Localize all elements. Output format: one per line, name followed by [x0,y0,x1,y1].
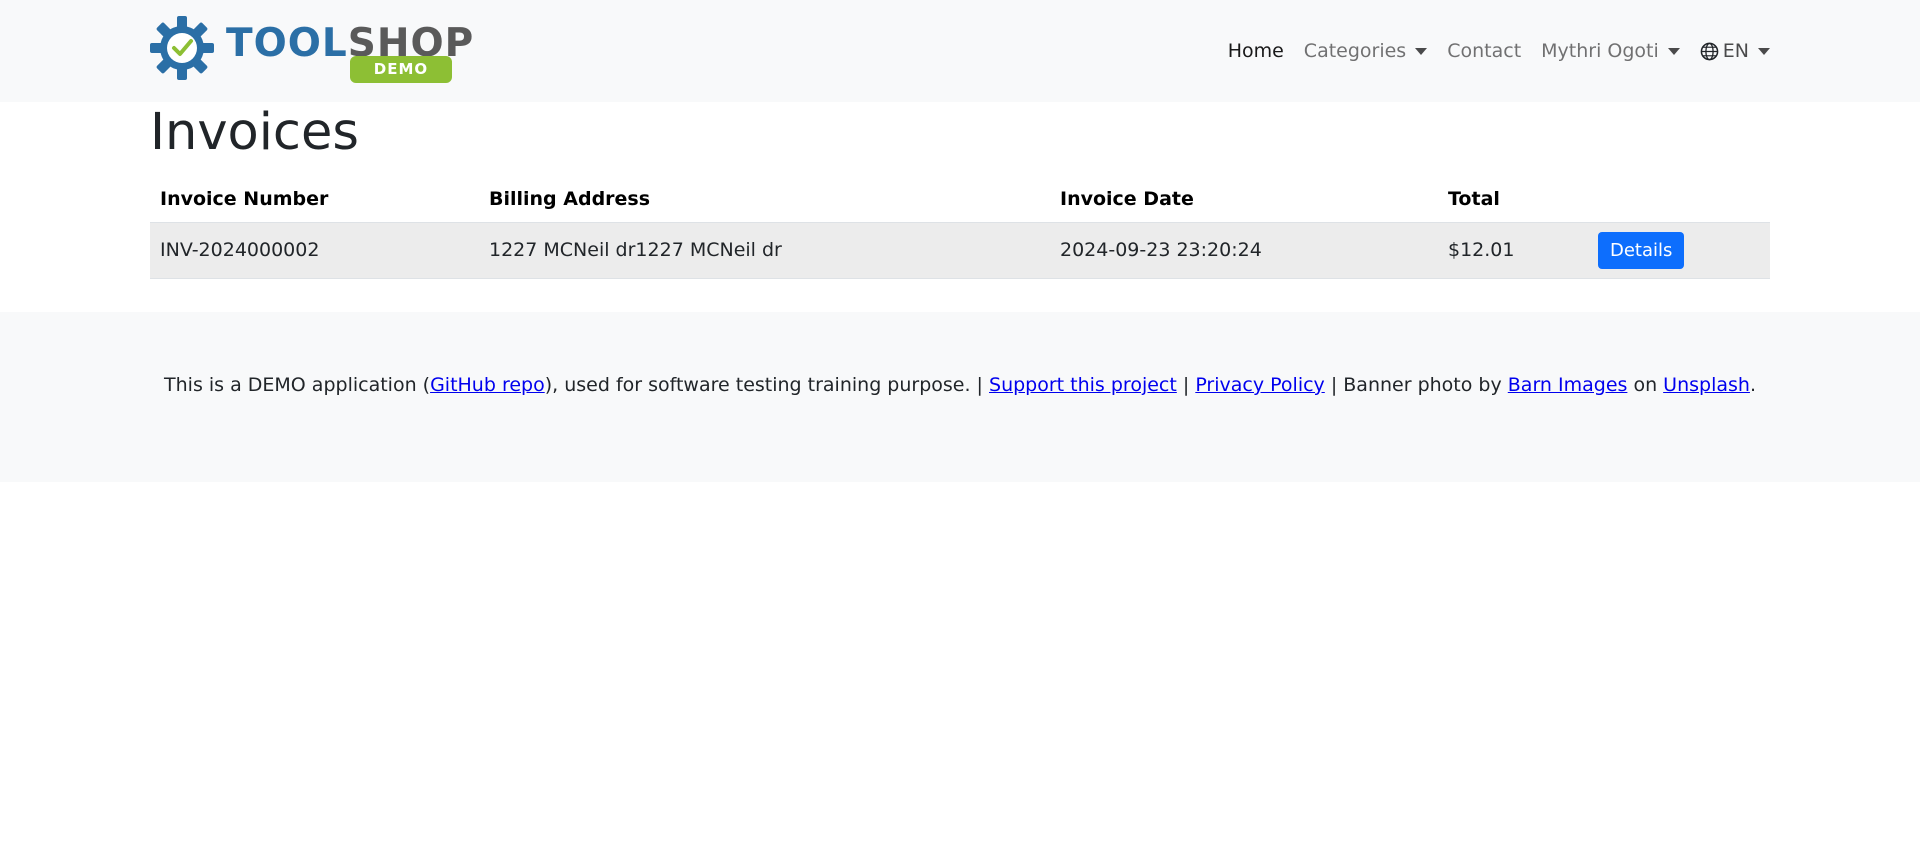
header-billing-address: Billing Address [479,176,1050,223]
cell-billing-address: 1227 MCNeil dr1227 MCNeil dr [479,222,1050,279]
details-button[interactable]: Details [1598,231,1685,269]
footer-text-2: ), used for software testing training pu… [544,374,990,396]
cell-invoice-date: 2024-09-23 23:20:24 [1050,222,1438,279]
gear-check-icon [150,16,214,80]
toolshop-logo[interactable]: TOOLSHOP DEMO [150,16,473,86]
footer-text-1: This is a DEMO application ( [164,374,431,396]
footer-text-3: | [1176,374,1196,396]
cell-total: $12.01 [1438,222,1588,279]
navbar: TOOLSHOP DEMO Home Categories Contact My… [0,0,1920,102]
globe-icon [1700,42,1719,60]
footer-text-6: . [1749,374,1756,396]
header-invoice-date: Invoice Date [1050,176,1438,223]
main-nav: Home Categories Contact Mythri Ogoti EN [1218,36,1770,66]
footer: This is a DEMO application (GitHub repo)… [0,312,1920,482]
caret-down-icon [1758,47,1770,55]
unsplash-link[interactable]: Unsplash [1663,374,1750,396]
nav-contact[interactable]: Contact [1437,40,1531,62]
footer-text-4: | Banner photo by [1324,374,1508,396]
footer-text-5: on [1627,374,1664,396]
page-title: Invoices [150,103,359,162]
header-total: Total [1438,176,1588,223]
barn-images-link[interactable]: Barn Images [1508,374,1628,396]
footer-text: This is a DEMO application (GitHub repo)… [0,374,1920,396]
cell-invoice-number: INV-2024000002 [150,222,479,279]
user-menu-dropdown[interactable]: Mythri Ogoti [1531,40,1690,62]
header-invoice-number: Invoice Number [150,176,479,223]
nav-categories-dropdown[interactable]: Categories [1294,40,1437,62]
cell-actions: Details [1588,222,1770,279]
logo-text-tool: TOOL [226,21,348,66]
caret-down-icon [1415,47,1428,55]
nav-categories-label: Categories [1303,40,1407,62]
language-dropdown[interactable]: EN [1690,40,1770,62]
table-header-row: Invoice Number Billing Address Invoice D… [150,176,1770,223]
logo-demo-badge: DEMO [350,56,452,83]
table-row: INV-2024000002 1227 MCNeil dr1227 MCNeil… [150,222,1770,279]
privacy-policy-link[interactable]: Privacy Policy [1195,374,1324,396]
nav-home[interactable]: Home [1218,40,1294,62]
support-project-link[interactable]: Support this project [989,374,1177,396]
caret-down-icon [1667,47,1680,55]
user-name: Mythri Ogoti [1541,40,1659,62]
language-label: EN [1722,40,1749,62]
invoices-table: Invoice Number Billing Address Invoice D… [150,176,1770,279]
header-actions [1588,176,1770,223]
github-repo-link[interactable]: GitHub repo [430,374,545,396]
